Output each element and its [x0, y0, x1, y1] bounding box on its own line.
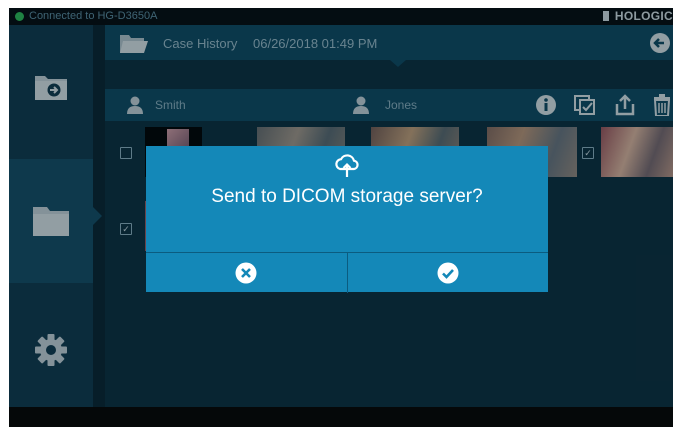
close-circle-icon: [235, 262, 257, 284]
check-circle-icon: [437, 262, 459, 284]
bottom-bar: [9, 407, 673, 427]
cloud-upload-icon: [335, 154, 359, 177]
dicom-send-dialog: Send to DICOM storage server?: [146, 146, 548, 293]
device-screen: Connected to HG-D3650A HOLOGIC Case Hist…: [9, 8, 673, 427]
confirm-button[interactable]: [346, 253, 549, 293]
cancel-button[interactable]: [146, 253, 347, 293]
dialog-title: Send to DICOM storage server?: [211, 186, 483, 207]
dialog-actions: [146, 252, 548, 293]
